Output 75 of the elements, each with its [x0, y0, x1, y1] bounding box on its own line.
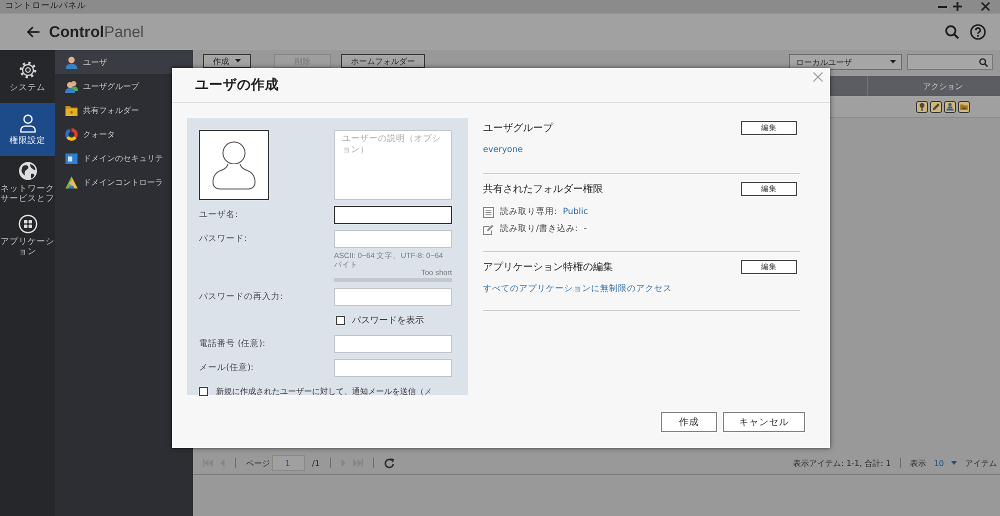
- checkbox-label: 新規に作成されたユーザーに対して、通知メールを送信（メ: [216, 386, 432, 397]
- globe-icon: [18, 161, 38, 181]
- plus-icon[interactable]: [953, 2, 962, 11]
- avatar-frame[interactable]: [199, 130, 269, 200]
- input-field[interactable]: [334, 206, 452, 224]
- subnav-item[interactable]: クォータ: [55, 122, 193, 146]
- user-icon: [65, 56, 78, 68]
- search-icon: [979, 58, 988, 66]
- link[interactable]: Public: [562, 206, 588, 218]
- link[interactable]: すべてのアプリケーションに無制限のアクセス: [483, 284, 672, 294]
- triangle-user-icon: [65, 176, 78, 188]
- toolbar-button[interactable]: ホームフォルダー: [341, 54, 425, 68]
- page-label: ページ: [246, 458, 270, 468]
- checkbox[interactable]: [199, 387, 208, 396]
- nav-item[interactable]: システム: [0, 50, 55, 103]
- close-icon[interactable]: [981, 2, 990, 11]
- refresh-icon[interactable]: [384, 458, 395, 468]
- keyhole-icon[interactable]: [916, 100, 928, 112]
- caret-icon: [235, 59, 241, 63]
- cancel-button[interactable]: キャンセル: [723, 412, 805, 432]
- link[interactable]: everyone: [483, 145, 523, 155]
- section-title: アプリケーション特権の編集: [483, 260, 613, 274]
- document-icon: [483, 206, 494, 218]
- id-card-icon: [65, 152, 78, 164]
- search-icon[interactable]: [945, 25, 959, 39]
- folder-icon: [65, 104, 78, 116]
- show-label: 表示: [910, 458, 926, 468]
- description-field[interactable]: ユーザーの説明（オプション）: [334, 130, 452, 200]
- dialog-title: ユーザの作成: [195, 76, 279, 94]
- subnav-item[interactable]: ドメインコントローラ: [55, 170, 193, 194]
- subnav-item[interactable]: 共有フォルダー: [55, 98, 193, 122]
- window-title: コントロールパネル: [5, 1, 86, 12]
- items-label: アイテム: [965, 458, 997, 468]
- caret-icon: [890, 60, 896, 64]
- folder-icon[interactable]: [958, 100, 970, 112]
- user-icon[interactable]: [944, 100, 956, 112]
- users-icon: [65, 80, 78, 92]
- field-label: 電話番号 (任意):: [199, 338, 266, 350]
- field-label: ユーザ名:: [199, 209, 239, 221]
- section-title: ユーザグループ: [483, 122, 553, 135]
- permission-label: 読み取り/書き込み:: [500, 223, 578, 235]
- edit-icon: [483, 224, 494, 234]
- user-type-dropdown[interactable]: ローカルユーザ: [789, 54, 902, 70]
- checkbox-label: パスワードを表示: [352, 314, 424, 327]
- page-total: /1: [312, 458, 320, 468]
- grid-icon: [18, 214, 38, 234]
- nav-item[interactable]: アプリケーション: [0, 209, 55, 262]
- help-icon[interactable]: [970, 24, 986, 40]
- pencil-icon[interactable]: [930, 100, 942, 112]
- subnav-item[interactable]: ユーザグループ: [55, 74, 193, 98]
- avatar-silhouette-icon: [211, 140, 257, 190]
- section-title: 共有されたフォルダー権限: [483, 182, 603, 196]
- gear-icon: [18, 60, 38, 80]
- item-summary: 表示アイテム: 1-1, 合計: 1: [793, 458, 891, 468]
- permission-label: 読み取り専用:: [500, 206, 557, 218]
- subnav-item[interactable]: ドメインのセキュリテ: [55, 146, 193, 170]
- back-arrow-icon[interactable]: [26, 26, 40, 38]
- link[interactable]: メ: [424, 387, 432, 396]
- user-icon: [18, 113, 38, 133]
- permission-value: -: [584, 223, 587, 235]
- close-icon[interactable]: [813, 72, 823, 82]
- field-label: パスワードの再入力:: [199, 291, 284, 303]
- nav-item[interactable]: ネットワークサービスとフ: [0, 156, 55, 209]
- donut-icon: [65, 128, 78, 140]
- toolbar-button[interactable]: 作成: [203, 54, 251, 68]
- field-label: メール(任意):: [199, 362, 254, 374]
- minimize-icon[interactable]: [938, 6, 947, 8]
- app-title: ControlPanel: [49, 22, 144, 42]
- search-field[interactable]: [907, 54, 993, 70]
- checkbox[interactable]: [336, 316, 345, 325]
- nav-item[interactable]: 権限設定: [0, 103, 55, 156]
- caret-icon: [951, 461, 957, 465]
- field-label: パスワード:: [199, 233, 248, 245]
- create-button[interactable]: 作成: [661, 412, 717, 432]
- subnav-item[interactable]: ユーザ: [55, 50, 193, 74]
